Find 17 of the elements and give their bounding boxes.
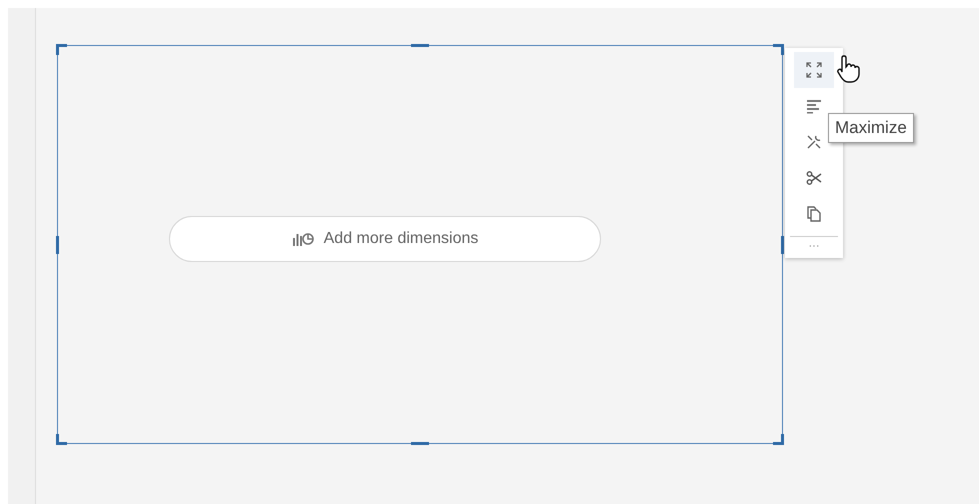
resize-handle[interactable] [781, 236, 784, 254]
copy-icon [806, 206, 822, 222]
resize-handle[interactable] [411, 44, 429, 47]
resize-handle[interactable] [56, 44, 67, 55]
add-dimensions-button[interactable]: Add more dimensions [169, 216, 601, 262]
resize-handle[interactable] [56, 236, 59, 254]
bars-icon [806, 98, 822, 114]
resize-handle[interactable] [773, 434, 784, 445]
maximize-button[interactable] [794, 52, 834, 88]
chart-widget[interactable]: Add more dimensions [57, 45, 783, 444]
expand-arrows-icon [806, 62, 822, 78]
resize-handle[interactable] [411, 442, 429, 445]
tools-icon [806, 134, 822, 150]
resize-handle[interactable] [56, 434, 67, 445]
scissors-icon [806, 170, 822, 186]
more-button[interactable]: ··· [808, 237, 820, 258]
tooltip: Maximize [828, 113, 914, 143]
